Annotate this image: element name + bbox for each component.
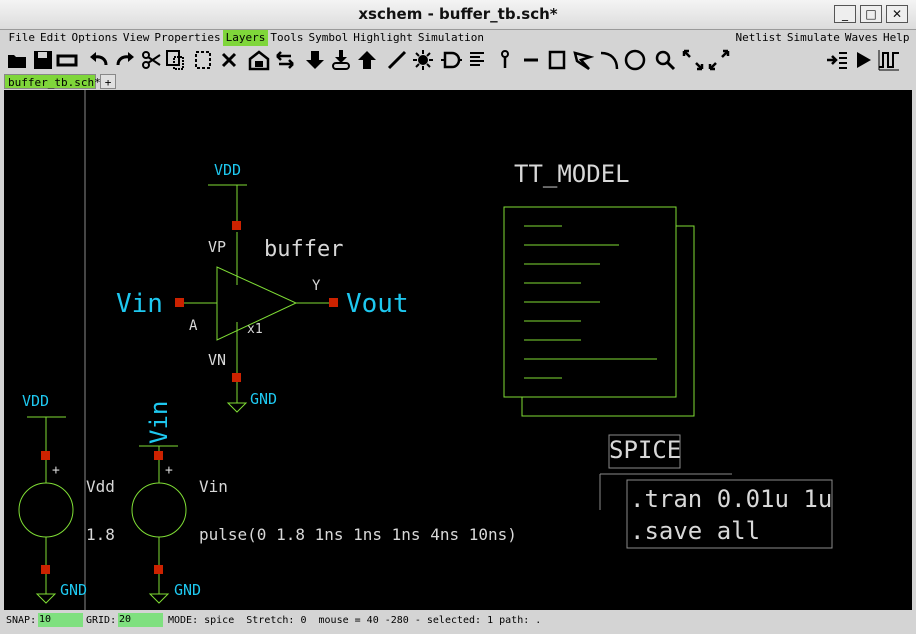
pin-vn[interactable] [232, 373, 241, 382]
menu-simulation[interactable]: Simulation [415, 30, 486, 46]
vin-source-top-label: Vin [145, 401, 173, 444]
zoom-icon[interactable] [654, 49, 676, 71]
toolbar [0, 46, 916, 74]
undo-icon[interactable] [88, 49, 110, 71]
rect-icon[interactable] [546, 49, 568, 71]
symbol-icon[interactable] [440, 49, 462, 71]
vp-pin-label: VP [208, 238, 226, 256]
spice-line-save: .save all [630, 517, 760, 545]
vout-label: Vout [346, 289, 409, 319]
vin-source-minus-pin[interactable] [154, 565, 163, 574]
menu-properties[interactable]: Properties [152, 30, 223, 46]
vdd-source-top-label: VDD [22, 392, 49, 410]
tab-bar: buffer_tb.sch* + [0, 74, 916, 90]
vdd-source[interactable] [18, 416, 74, 604]
status-text: MODE: spice Stretch: 0 mouse = 40 -280 -… [168, 615, 542, 626]
vin-source[interactable] [131, 445, 187, 604]
grid-label: GRID: [86, 615, 117, 626]
vin-source-plus-pin[interactable] [154, 451, 163, 460]
snap-label: SNAP: [6, 615, 37, 626]
a-pin-label: A [189, 318, 198, 334]
menu-simulate[interactable]: Simulate [784, 30, 842, 46]
window-title: xschem - buffer_tb.sch* [358, 5, 558, 23]
menu-file[interactable]: File [6, 30, 38, 46]
menu-options[interactable]: Options [69, 30, 120, 46]
push-icon[interactable] [248, 49, 270, 71]
maximize-button[interactable]: □ [860, 5, 882, 23]
minimize-button[interactable]: _ [834, 5, 856, 23]
grid-input[interactable]: 20 [118, 613, 163, 627]
open-icon[interactable] [6, 49, 28, 71]
menu-symbol[interactable]: Symbol [306, 30, 351, 46]
text-list-icon[interactable] [466, 49, 488, 71]
copy-icon[interactable] [164, 49, 186, 71]
polygon-icon[interactable] [572, 49, 594, 71]
wire-icon[interactable] [386, 49, 408, 71]
spice-title: SPICE [609, 436, 681, 464]
pop-icon[interactable] [274, 49, 296, 71]
highlight-icon[interactable] [412, 49, 434, 71]
zoom-out-icon[interactable] [708, 49, 730, 71]
menu-tools[interactable]: Tools [268, 30, 306, 46]
pin-icon[interactable] [494, 49, 516, 71]
line-icon[interactable] [520, 49, 542, 71]
vin-source-name: Vin [199, 477, 228, 496]
close-button[interactable]: ✕ [886, 5, 908, 23]
tab-buffer-tb[interactable]: buffer_tb.sch* [4, 74, 101, 89]
paste-icon[interactable] [192, 49, 214, 71]
gnd-label-vdd: GND [60, 581, 87, 599]
gnd-label-vin: GND [174, 581, 201, 599]
vin-source-plus: + [165, 463, 173, 478]
add-tab-button[interactable]: + [100, 74, 116, 89]
delete-icon[interactable] [218, 49, 240, 71]
menu-edit[interactable]: Edit [38, 30, 70, 46]
vdd-label: VDD [214, 161, 241, 179]
status-bar: SNAP: 10 GRID: 20 MODE: spice Stretch: 0… [0, 611, 916, 634]
save-icon[interactable] [32, 49, 54, 71]
vin-source-value: pulse(0 1.8 1ns 1ns 1ns 4ns 10ns) [199, 525, 517, 544]
reload-icon[interactable] [56, 49, 78, 71]
menu-highlight[interactable]: Highlight [351, 30, 416, 46]
move-down-icon[interactable] [304, 49, 326, 71]
title-bar: xschem - buffer_tb.sch* _ □ ✕ [0, 0, 916, 30]
buffer-name: buffer [264, 237, 343, 262]
pin-y[interactable] [329, 298, 338, 307]
move-up-icon[interactable] [356, 49, 378, 71]
instance-name: x1 [247, 322, 263, 337]
gnd-label-buffer: GND [250, 390, 277, 408]
vn-pin-label: VN [208, 351, 226, 369]
simulate-icon[interactable] [852, 49, 874, 71]
netlist-icon[interactable] [826, 49, 848, 71]
buffer-symbol[interactable] [175, 184, 338, 413]
insert-symbol-icon[interactable] [330, 49, 352, 71]
menu-bar: File Edit Options View Properties Layers… [0, 30, 916, 46]
schematic-canvas[interactable]: VDD VP buffer Y Vout Vin A x1 VN GND TT_… [4, 90, 912, 610]
zoom-fit-icon[interactable] [682, 49, 704, 71]
menu-netlist[interactable]: Netlist [733, 30, 784, 46]
vdd-source-plus-pin[interactable] [41, 451, 50, 460]
y-pin-label: Y [312, 278, 321, 294]
arc-icon[interactable] [598, 49, 620, 71]
vdd-source-plus: + [52, 463, 60, 478]
pin-vp[interactable] [232, 221, 241, 230]
waves-icon[interactable] [878, 49, 900, 71]
menu-layers[interactable]: Layers [223, 30, 268, 46]
menu-view[interactable]: View [120, 30, 152, 46]
vin-label: Vin [116, 289, 163, 319]
vdd-source-value: 1.8 [86, 525, 115, 544]
schematic-drawing: VDD VP buffer Y Vout Vin A x1 VN GND TT_… [18, 90, 833, 610]
vdd-source-minus-pin[interactable] [41, 565, 50, 574]
pin-a[interactable] [175, 298, 184, 307]
spice-line-tran: .tran 0.01u 1u [630, 485, 832, 513]
tt-model-title: TT_MODEL [514, 160, 630, 188]
menu-help[interactable]: Help [881, 30, 913, 46]
redo-icon[interactable] [114, 49, 136, 71]
vdd-source-name: Vdd [86, 477, 115, 496]
cut-icon[interactable] [140, 49, 162, 71]
circle-icon[interactable] [624, 49, 646, 71]
tt-model-block[interactable] [503, 206, 695, 417]
snap-input[interactable]: 10 [38, 613, 83, 627]
menu-waves[interactable]: Waves [842, 30, 880, 46]
